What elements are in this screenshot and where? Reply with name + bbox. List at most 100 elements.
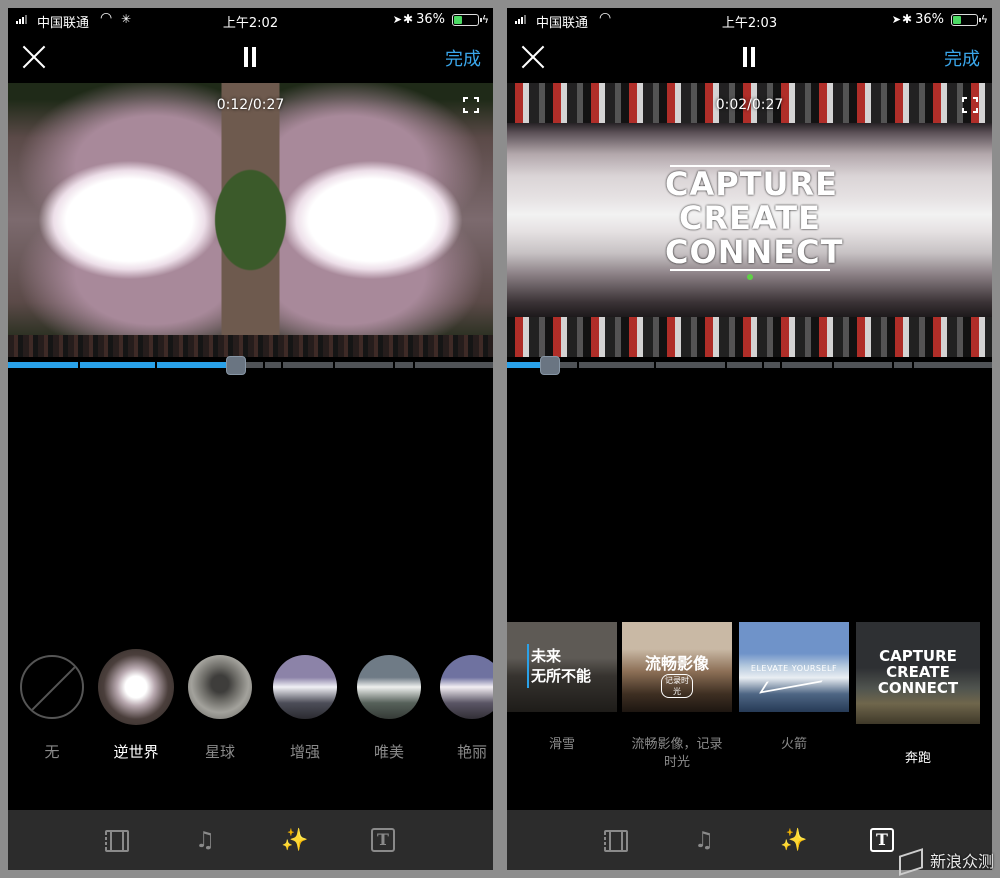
phone-screen-left: 中国联通 ◠ ✳ 上午2:02 ➤ ✱ 36% ϟ 完成 0:12/0:27 无 <box>8 8 493 870</box>
charging-icon: ϟ <box>980 13 988 26</box>
overlay-line: CAPTURE <box>665 165 839 203</box>
effects-wand-icon[interactable]: ✨ <box>281 828 308 854</box>
video-preview[interactable]: 0:12/0:27 <box>8 83 493 357</box>
video-frame <box>8 83 493 357</box>
clip-divider <box>393 361 395 369</box>
timeline-progress <box>8 362 236 368</box>
theme-card: CAPTURE CREATE CONNECT <box>856 622 980 724</box>
title-overlay: CAPTURE CREATE CONNECT <box>665 165 842 283</box>
theme-skiing[interactable]: 未来 无所不能 滑雪 <box>507 622 617 754</box>
close-button[interactable] <box>520 44 546 70</box>
bluetooth-icon: ✱ <box>402 12 413 26</box>
filter-thumbnail <box>273 655 337 719</box>
card-title: 未来 无所不能 <box>531 647 592 685</box>
filter-label: 星球 <box>204 743 235 761</box>
clip-divider <box>263 361 265 369</box>
status-bar: 中国联通 ◠ 上午2:03 ➤ ✱ 36% ϟ <box>507 8 992 32</box>
clips-film-icon[interactable] <box>105 830 129 852</box>
theme-label: 火箭 <box>780 737 807 752</box>
card-title: CAPTURE CREATE CONNECT <box>877 647 959 697</box>
done-button[interactable]: 完成 <box>944 45 980 71</box>
effects-wand-icon[interactable]: ✨ <box>780 828 807 854</box>
clip-divider <box>155 361 157 369</box>
close-button[interactable] <box>21 44 47 70</box>
status-bar: 中国联通 ◠ ✳ 上午2:02 ➤ ✱ 36% ϟ <box>8 8 493 32</box>
filter-aesthetic[interactable]: 唯美 <box>349 653 429 762</box>
card-title: ELEVATE YOURSELF <box>750 664 838 673</box>
clip-divider <box>832 361 834 369</box>
clip-divider <box>912 361 914 369</box>
location-icon: ➤ <box>392 13 402 26</box>
clip-divider <box>577 361 579 369</box>
no-filter-icon <box>20 655 84 719</box>
filter-enhance[interactable]: 增强 <box>265 653 345 762</box>
filter-inverse-world[interactable]: 逆世界 <box>96 649 176 762</box>
filter-label: 逆世界 <box>113 743 159 761</box>
filter-thumbnail <box>98 649 174 725</box>
done-button[interactable]: 完成 <box>445 45 481 71</box>
charging-icon: ϟ <box>481 13 489 26</box>
timeline-scrubber[interactable] <box>8 356 493 375</box>
clip-divider <box>654 361 656 369</box>
theme-fluent[interactable]: 流畅影像 记录时光 流畅影像，记录 时光 <box>621 622 733 772</box>
filter-label: 艳丽 <box>456 743 487 761</box>
theme-card: 未来 无所不能 <box>507 622 617 712</box>
filter-vivid[interactable]: 艳丽 <box>432 653 493 762</box>
text-icon[interactable]: T <box>870 828 894 852</box>
music-icon[interactable]: ♫ <box>691 828 717 854</box>
fullscreen-icon[interactable] <box>962 97 978 113</box>
theme-list: 未来 无所不能 滑雪 流畅影像 记录时光 流畅影像，记录 时光 ELEVATE YO… <box>507 622 992 792</box>
theme-card: ELEVATE YOURSELF <box>739 622 849 712</box>
theme-running[interactable]: CAPTURE CREATE CONNECT 奔跑 <box>855 622 981 768</box>
crowd-band <box>507 317 992 357</box>
card-subtitle: 记录时光 <box>661 674 693 698</box>
filter-none[interactable]: 无 <box>12 653 92 762</box>
filter-planet[interactable]: 星球 <box>180 653 260 762</box>
editor-toolbar: ♫ ✨ T <box>8 810 493 870</box>
theme-label: 奔跑 <box>904 751 931 766</box>
battery-percent: 36% <box>416 12 445 27</box>
clip-divider <box>413 361 415 369</box>
clip-divider <box>78 361 80 369</box>
theme-card: 流畅影像 记录时光 <box>622 622 732 712</box>
theme-rocket[interactable]: ELEVATE YOURSELF 火箭 <box>738 622 850 754</box>
clip-divider <box>725 361 727 369</box>
battery-icon <box>951 14 981 26</box>
clip-divider <box>762 361 764 369</box>
timeline-handle[interactable] <box>540 356 560 375</box>
chevron-graphic <box>759 670 829 694</box>
phone-screen-right: 中国联通 ◠ 上午2:03 ➤ ✱ 36% ϟ 完成 CAPTURE CREAT… <box>507 8 992 870</box>
filter-label: 增强 <box>289 743 320 761</box>
bluetooth-icon: ✱ <box>901 12 912 26</box>
card-title: 流畅影像 <box>644 654 709 673</box>
watermark-text: 新浪众测 <box>929 852 994 871</box>
timecode: 0:12/0:27 <box>216 97 285 113</box>
battery-percent: 36% <box>915 12 944 27</box>
filter-thumbnail <box>440 655 493 719</box>
filter-label: 唯美 <box>373 743 404 761</box>
timeline-track <box>507 362 992 368</box>
fullscreen-icon[interactable] <box>463 97 479 113</box>
battery-icon <box>452 14 482 26</box>
filter-list: 无 逆世界 星球 增强 唯美 艳丽 <box>8 649 493 773</box>
clip-divider <box>333 361 335 369</box>
timeline-handle[interactable] <box>226 356 246 375</box>
timeline-scrubber[interactable] <box>507 356 992 375</box>
music-icon[interactable]: ♫ <box>192 828 218 854</box>
clip-divider <box>892 361 894 369</box>
overlay-line: CREATE <box>679 199 821 237</box>
watermark-logo-icon <box>896 849 924 871</box>
clip-divider <box>780 361 782 369</box>
theme-label: 滑雪 <box>548 737 575 752</box>
location-icon: ➤ <box>891 13 901 26</box>
filter-thumbnail <box>188 655 252 719</box>
video-preview[interactable]: CAPTURE CREATE CONNECT 0:02/0:27 <box>507 83 992 357</box>
card-accent-bar <box>527 644 529 688</box>
text-icon[interactable]: T <box>371 828 395 852</box>
clip-divider <box>281 361 283 369</box>
pause-button[interactable] <box>243 47 257 67</box>
filter-label: 无 <box>44 743 60 761</box>
clips-film-icon[interactable] <box>604 830 628 852</box>
pause-button[interactable] <box>742 47 756 67</box>
watermark: 新浪众测 <box>896 848 994 872</box>
